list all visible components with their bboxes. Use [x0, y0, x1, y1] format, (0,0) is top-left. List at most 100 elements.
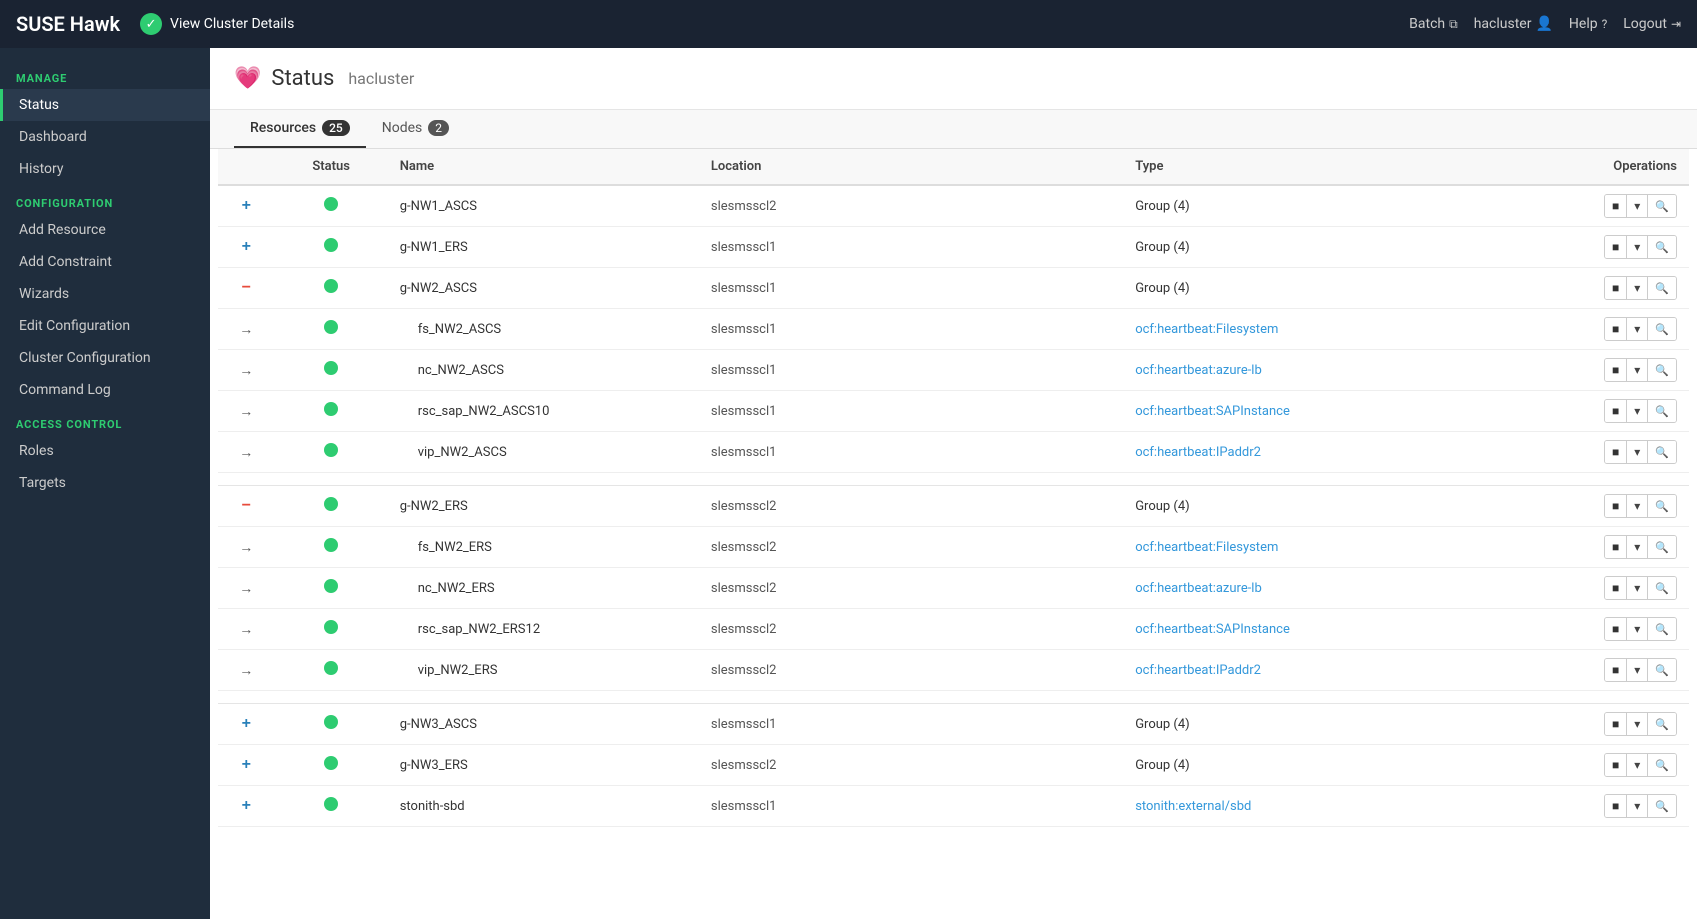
- batch-link[interactable]: Batch ⧉: [1409, 16, 1458, 32]
- dropdown-button-vip_NW2_ASCS[interactable]: ▾: [1627, 441, 1648, 463]
- stop-button-g-NW3_ERS[interactable]: ■: [1605, 754, 1627, 776]
- resource-operations: ■▾🔍: [1519, 227, 1689, 268]
- detail-button-g-NW3_ASCS[interactable]: 🔍: [1648, 713, 1676, 735]
- sidebar-item-targets[interactable]: Targets: [0, 467, 210, 499]
- sidebar-item-edit-configuration[interactable]: Edit Configuration: [0, 310, 210, 342]
- resource-type-link[interactable]: ocf:heartbeat:IPaddr2: [1135, 445, 1261, 460]
- stop-button-rsc_sap_NW2_ASCS10[interactable]: ■: [1605, 400, 1627, 422]
- dropdown-button-g-NW3_ERS[interactable]: ▾: [1627, 754, 1648, 776]
- toggle-btn-vip_NW2_ASCS[interactable]: →: [235, 442, 257, 462]
- detail-button-g-NW2_ASCS[interactable]: 🔍: [1648, 277, 1676, 299]
- dropdown-button-nc_NW2_ASCS[interactable]: ▾: [1627, 359, 1648, 381]
- sidebar-item-status[interactable]: Status: [0, 89, 210, 121]
- stop-button-nc_NW2_ERS[interactable]: ■: [1605, 577, 1627, 599]
- resource-type: ocf:heartbeat:IPaddr2: [1123, 650, 1519, 691]
- dropdown-button-fs_NW2_ASCS[interactable]: ▾: [1627, 318, 1648, 340]
- detail-button-g-NW1_ERS[interactable]: 🔍: [1648, 236, 1676, 258]
- dropdown-button-g-NW1_ERS[interactable]: ▾: [1627, 236, 1648, 258]
- dropdown-button-fs_NW2_ERS[interactable]: ▾: [1627, 536, 1648, 558]
- notification-area[interactable]: ✓ View Cluster Details: [140, 13, 294, 35]
- resource-operations: ■▾🔍: [1519, 432, 1689, 473]
- check-circle-icon: ✓: [140, 13, 162, 35]
- stop-button-fs_NW2_ERS[interactable]: ■: [1605, 536, 1627, 558]
- resource-type-link[interactable]: ocf:heartbeat:Filesystem: [1135, 322, 1278, 337]
- sidebar-item-command-log[interactable]: Command Log: [0, 374, 210, 406]
- stop-button-stonith-sbd[interactable]: ■: [1605, 795, 1627, 817]
- sidebar-item-cluster-configuration[interactable]: Cluster Configuration: [0, 342, 210, 374]
- tab-resources[interactable]: Resources 25: [234, 110, 366, 148]
- notification-label[interactable]: View Cluster Details: [170, 16, 294, 32]
- resource-type-link[interactable]: ocf:heartbeat:IPaddr2: [1135, 663, 1261, 678]
- stop-button-g-NW3_ASCS[interactable]: ■: [1605, 713, 1627, 735]
- dropdown-button-rsc_sap_NW2_ASCS10[interactable]: ▾: [1627, 400, 1648, 422]
- toggle-btn-g-NW2_ERS[interactable]: −: [238, 495, 255, 517]
- resource-type-link[interactable]: ocf:heartbeat:SAPInstance: [1135, 404, 1290, 419]
- detail-button-vip_NW2_ASCS[interactable]: 🔍: [1648, 441, 1676, 463]
- dropdown-button-vip_NW2_ERS[interactable]: ▾: [1627, 659, 1648, 681]
- detail-button-g-NW2_ERS[interactable]: 🔍: [1648, 495, 1676, 517]
- sidebar-item-wizards[interactable]: Wizards: [0, 278, 210, 310]
- tab-nodes[interactable]: Nodes 2: [366, 110, 465, 148]
- resource-name: g-NW2_ERS: [388, 486, 699, 527]
- detail-button-rsc_sap_NW2_ERS12[interactable]: 🔍: [1648, 618, 1676, 640]
- stop-button-vip_NW2_ASCS[interactable]: ■: [1605, 441, 1627, 463]
- stop-button-g-NW1_ASCS[interactable]: ■: [1605, 195, 1627, 217]
- stop-button-vip_NW2_ERS[interactable]: ■: [1605, 659, 1627, 681]
- tab-nodes-badge: 2: [428, 120, 449, 136]
- resource-name: rsc_sap_NW2_ERS12: [388, 609, 699, 650]
- stop-button-rsc_sap_NW2_ERS12[interactable]: ■: [1605, 618, 1627, 640]
- dropdown-button-g-NW3_ASCS[interactable]: ▾: [1627, 713, 1648, 735]
- stop-button-g-NW1_ERS[interactable]: ■: [1605, 236, 1627, 258]
- table-row: →nc_NW2_ASCSslesmsscl1ocf:heartbeat:azur…: [218, 350, 1689, 391]
- cluster-link[interactable]: hacluster 👤: [1474, 16, 1553, 32]
- resource-operations: ■▾🔍: [1519, 486, 1689, 527]
- dropdown-button-g-NW2_ERS[interactable]: ▾: [1627, 495, 1648, 517]
- resource-type-link[interactable]: ocf:heartbeat:azure-lb: [1135, 363, 1262, 378]
- detail-button-nc_NW2_ASCS[interactable]: 🔍: [1648, 359, 1676, 381]
- logout-link[interactable]: Logout ⇥: [1623, 16, 1681, 32]
- toggle-btn-stonith-sbd[interactable]: +: [238, 795, 255, 817]
- toggle-btn-g-NW3_ASCS[interactable]: +: [238, 713, 255, 735]
- resource-type-link[interactable]: stonith:external/sbd: [1135, 799, 1251, 814]
- dropdown-button-stonith-sbd[interactable]: ▾: [1627, 795, 1648, 817]
- stop-button-g-NW2_ASCS[interactable]: ■: [1605, 277, 1627, 299]
- detail-button-fs_NW2_ASCS[interactable]: 🔍: [1648, 318, 1676, 340]
- stop-button-nc_NW2_ASCS[interactable]: ■: [1605, 359, 1627, 381]
- toggle-btn-nc_NW2_ERS[interactable]: →: [235, 578, 257, 598]
- toggle-btn-g-NW1_ERS[interactable]: +: [238, 236, 255, 258]
- detail-button-fs_NW2_ERS[interactable]: 🔍: [1648, 536, 1676, 558]
- detail-button-g-NW3_ERS[interactable]: 🔍: [1648, 754, 1676, 776]
- resource-type-link[interactable]: ocf:heartbeat:SAPInstance: [1135, 622, 1290, 637]
- toggle-btn-g-NW3_ERS[interactable]: +: [238, 754, 255, 776]
- detail-button-rsc_sap_NW2_ASCS10[interactable]: 🔍: [1648, 400, 1676, 422]
- sidebar-item-add-constraint[interactable]: Add Constraint: [0, 246, 210, 278]
- stop-button-fs_NW2_ASCS[interactable]: ■: [1605, 318, 1627, 340]
- detail-button-nc_NW2_ERS[interactable]: 🔍: [1648, 577, 1676, 599]
- resource-type-link[interactable]: ocf:heartbeat:Filesystem: [1135, 540, 1278, 555]
- brand: SUSE Hawk: [16, 12, 120, 36]
- toggle-btn-nc_NW2_ASCS[interactable]: →: [235, 360, 257, 380]
- sidebar-item-dashboard[interactable]: Dashboard: [0, 121, 210, 153]
- toggle-btn-rsc_sap_NW2_ASCS10[interactable]: →: [235, 401, 257, 421]
- sidebar-item-history[interactable]: History: [0, 153, 210, 185]
- dropdown-button-nc_NW2_ERS[interactable]: ▾: [1627, 577, 1648, 599]
- toggle-btn-g-NW1_ASCS[interactable]: +: [238, 195, 255, 217]
- dropdown-button-g-NW2_ASCS[interactable]: ▾: [1627, 277, 1648, 299]
- toggle-btn-fs_NW2_ERS[interactable]: →: [235, 537, 257, 557]
- toggle-btn-rsc_sap_NW2_ERS12[interactable]: →: [235, 619, 257, 639]
- sidebar-manage-label: MANAGE: [0, 60, 210, 89]
- resource-name: nc_NW2_ERS: [388, 568, 699, 609]
- sidebar-item-roles[interactable]: Roles: [0, 435, 210, 467]
- resource-type-link[interactable]: ocf:heartbeat:azure-lb: [1135, 581, 1262, 596]
- detail-button-g-NW1_ASCS[interactable]: 🔍: [1648, 195, 1676, 217]
- toggle-btn-fs_NW2_ASCS[interactable]: →: [235, 319, 257, 339]
- toggle-btn-vip_NW2_ERS[interactable]: →: [235, 660, 257, 680]
- help-link[interactable]: Help ?: [1569, 16, 1607, 32]
- dropdown-button-g-NW1_ASCS[interactable]: ▾: [1627, 195, 1648, 217]
- toggle-btn-g-NW2_ASCS[interactable]: −: [238, 277, 255, 299]
- sidebar-item-add-resource[interactable]: Add Resource: [0, 214, 210, 246]
- detail-button-stonith-sbd[interactable]: 🔍: [1648, 795, 1676, 817]
- detail-button-vip_NW2_ERS[interactable]: 🔍: [1648, 659, 1676, 681]
- stop-button-g-NW2_ERS[interactable]: ■: [1605, 495, 1627, 517]
- dropdown-button-rsc_sap_NW2_ERS12[interactable]: ▾: [1627, 618, 1648, 640]
